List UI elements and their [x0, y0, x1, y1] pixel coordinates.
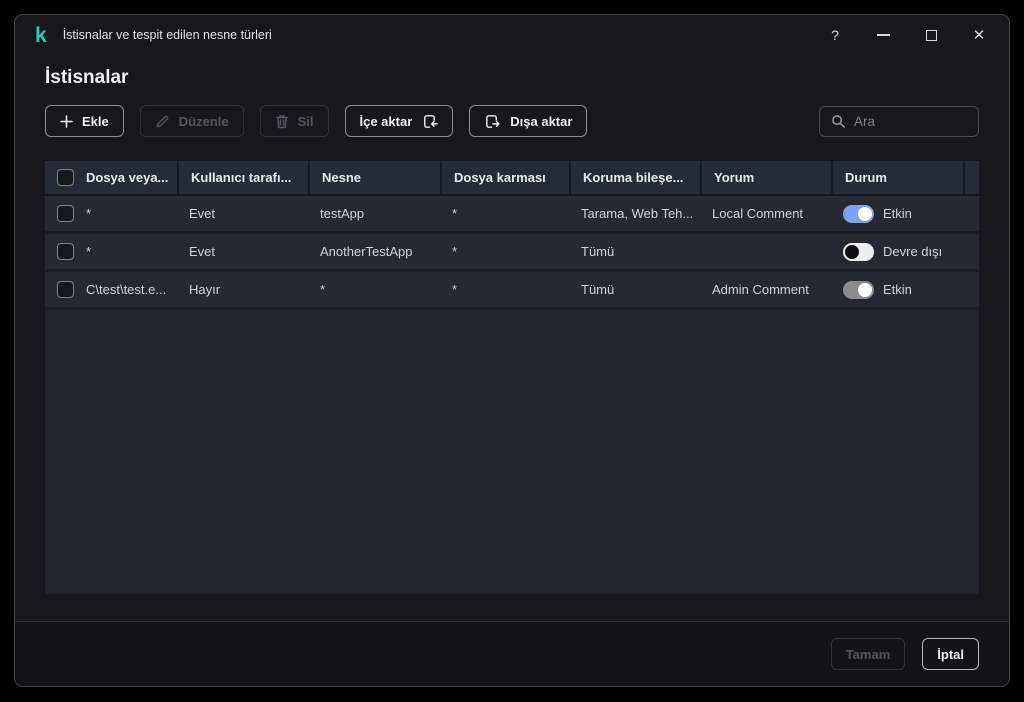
table-header-row: Dosya veya... Kullanıcı tarafı... Nesne …: [45, 161, 979, 196]
table-row[interactable]: C\test\test.e... Hayır * * Tümü Admin Co…: [45, 272, 979, 310]
delete-button-label: Sil: [297, 113, 314, 129]
add-button[interactable]: Ekle: [45, 105, 124, 137]
cell-user: Hayır: [189, 282, 221, 297]
cell-status: Devre dışı: [831, 242, 963, 261]
status-label: Etkin: [883, 282, 912, 297]
add-button-label: Ekle: [82, 113, 109, 129]
cancel-button[interactable]: İptal: [922, 638, 979, 670]
minimize-button[interactable]: [873, 25, 893, 45]
status-toggle[interactable]: [843, 242, 874, 261]
cell-hash: *: [452, 244, 458, 259]
status-toggle: [843, 280, 874, 299]
header-object[interactable]: Nesne: [308, 161, 440, 194]
status-label: Etkin: [883, 206, 912, 221]
plus-icon: [60, 114, 73, 128]
import-button-label: İçe aktar: [359, 113, 413, 129]
dialog-window: k İstisnalar ve tespit edilen nesne türl…: [14, 14, 1010, 687]
maximize-button[interactable]: [921, 25, 941, 45]
status-toggle[interactable]: [843, 204, 874, 223]
export-button-label: Dışa aktar: [510, 113, 573, 129]
header-status[interactable]: Durum: [831, 161, 963, 194]
row-checkbox[interactable]: [57, 243, 74, 260]
page-title: İstisnalar: [45, 67, 129, 88]
cell-object: AnotherTestApp: [320, 244, 413, 259]
minimize-icon: [876, 34, 890, 36]
cell-file: *: [86, 206, 92, 221]
edit-button: Düzenle: [139, 105, 244, 137]
cell-file: *: [86, 244, 92, 259]
ok-button: Tamam: [830, 638, 906, 670]
select-all-checkbox[interactable]: [57, 169, 74, 186]
toolbar: Ekle Düzenle Sil İçe aktar Dışa aktar Ar…: [45, 105, 979, 137]
export-icon: [486, 114, 500, 128]
header-component[interactable]: Koruma bileşe...: [569, 161, 700, 194]
header-file[interactable]: Dosya veya...: [45, 161, 177, 194]
table-empty-area: [45, 310, 979, 594]
search-icon: [832, 114, 845, 128]
delete-button: Sil: [259, 105, 329, 137]
help-button[interactable]: ?: [825, 25, 845, 45]
status-label: Devre dışı: [883, 244, 943, 259]
cell-hash: *: [452, 282, 458, 297]
dialog-footer: Tamam İptal: [15, 621, 1009, 686]
cell-status: Etkin: [831, 204, 963, 223]
maximize-icon: [925, 29, 937, 41]
row-checkbox[interactable]: [57, 281, 74, 298]
cell-component: Tümü: [581, 244, 615, 259]
cell-object: *: [320, 282, 326, 297]
toggle-knob: [858, 206, 872, 221]
pencil-icon: [156, 115, 169, 127]
window-title: İstisnalar ve tespit edilen nesne türler…: [62, 28, 272, 42]
edit-button-label: Düzenle: [178, 113, 229, 129]
cell-component: Tümü: [581, 282, 615, 297]
header-file-label: Dosya veya...: [86, 170, 169, 185]
cell-user: Evet: [189, 244, 216, 259]
cell-comment: Local Comment: [712, 206, 804, 221]
window-controls: ? ✕: [825, 25, 989, 45]
cell-comment: Admin Comment: [712, 282, 809, 297]
close-button[interactable]: ✕: [969, 25, 989, 45]
exclusions-table: Dosya veya... Kullanıcı tarafı... Nesne …: [45, 161, 979, 594]
toggle-knob: [845, 244, 859, 259]
titlebar: k İstisnalar ve tespit edilen nesne türl…: [15, 15, 1009, 55]
cell-user: Evet: [189, 206, 216, 221]
close-icon: ✕: [972, 27, 986, 44]
cell-hash: *: [452, 206, 458, 221]
table-row[interactable]: * Evet testApp * Tarama, Web Teh... Loca…: [45, 196, 979, 234]
import-button[interactable]: İçe aktar: [344, 105, 454, 137]
import-icon: [424, 114, 439, 128]
cell-component: Tarama, Web Teh...: [581, 206, 694, 221]
scrollbar-gutter: [963, 161, 989, 194]
table-row[interactable]: * Evet AnotherTestApp * Tümü Devre dışı: [45, 234, 979, 272]
export-button[interactable]: Dışa aktar: [469, 105, 588, 137]
cell-object: testApp: [320, 206, 365, 221]
dialog-content: İstisnalar Ekle Düzenle Sil İçe aktar Dı…: [15, 55, 1009, 594]
row-checkbox[interactable]: [57, 205, 74, 222]
cell-file: C\test\test.e...: [86, 282, 167, 297]
header-user[interactable]: Kullanıcı tarafı...: [177, 161, 308, 194]
header-comment[interactable]: Yorum: [700, 161, 831, 194]
search-box: [819, 105, 979, 137]
cell-status: Etkin: [831, 280, 963, 299]
search-input[interactable]: [854, 113, 967, 129]
trash-icon: [275, 114, 288, 128]
header-hash[interactable]: Dosya karması: [440, 161, 569, 194]
kaspersky-logo-icon: k: [35, 23, 47, 47]
toggle-knob: [858, 282, 872, 297]
